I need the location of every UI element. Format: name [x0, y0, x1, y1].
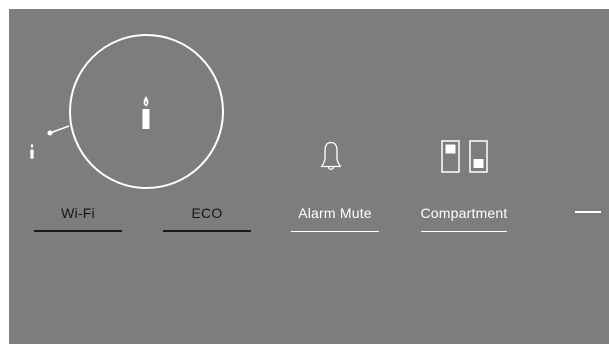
- tab-wifi-underline: [34, 230, 122, 232]
- dash-icon[interactable]: [575, 211, 601, 213]
- bell-icon[interactable]: [320, 141, 342, 173]
- tab-wifi-label: Wi-Fi: [61, 205, 95, 221]
- tab-eco[interactable]: ECO: [163, 204, 251, 232]
- tab-alarm-mute-label: Alarm Mute: [298, 205, 372, 221]
- compartment-icon[interactable]: [441, 140, 489, 174]
- tab-wifi[interactable]: Wi-Fi: [34, 204, 122, 232]
- candle-small-icon[interactable]: [28, 143, 36, 159]
- tab-eco-underline: [163, 230, 251, 232]
- tab-compartment-underline: [421, 230, 507, 232]
- tab-compartment-label: Compartment: [420, 205, 508, 221]
- candle-icon: [142, 96, 150, 129]
- tab-compartment[interactable]: Compartment: [409, 204, 519, 232]
- tab-alarm-mute[interactable]: Alarm Mute: [291, 204, 379, 232]
- tab-eco-label: ECO: [191, 205, 223, 221]
- connector-line: [47, 125, 70, 136]
- control-panel-screen: Wi-Fi ECO Alarm Mute Compartment: [9, 9, 609, 344]
- tab-alarm-mute-underline: [291, 230, 379, 232]
